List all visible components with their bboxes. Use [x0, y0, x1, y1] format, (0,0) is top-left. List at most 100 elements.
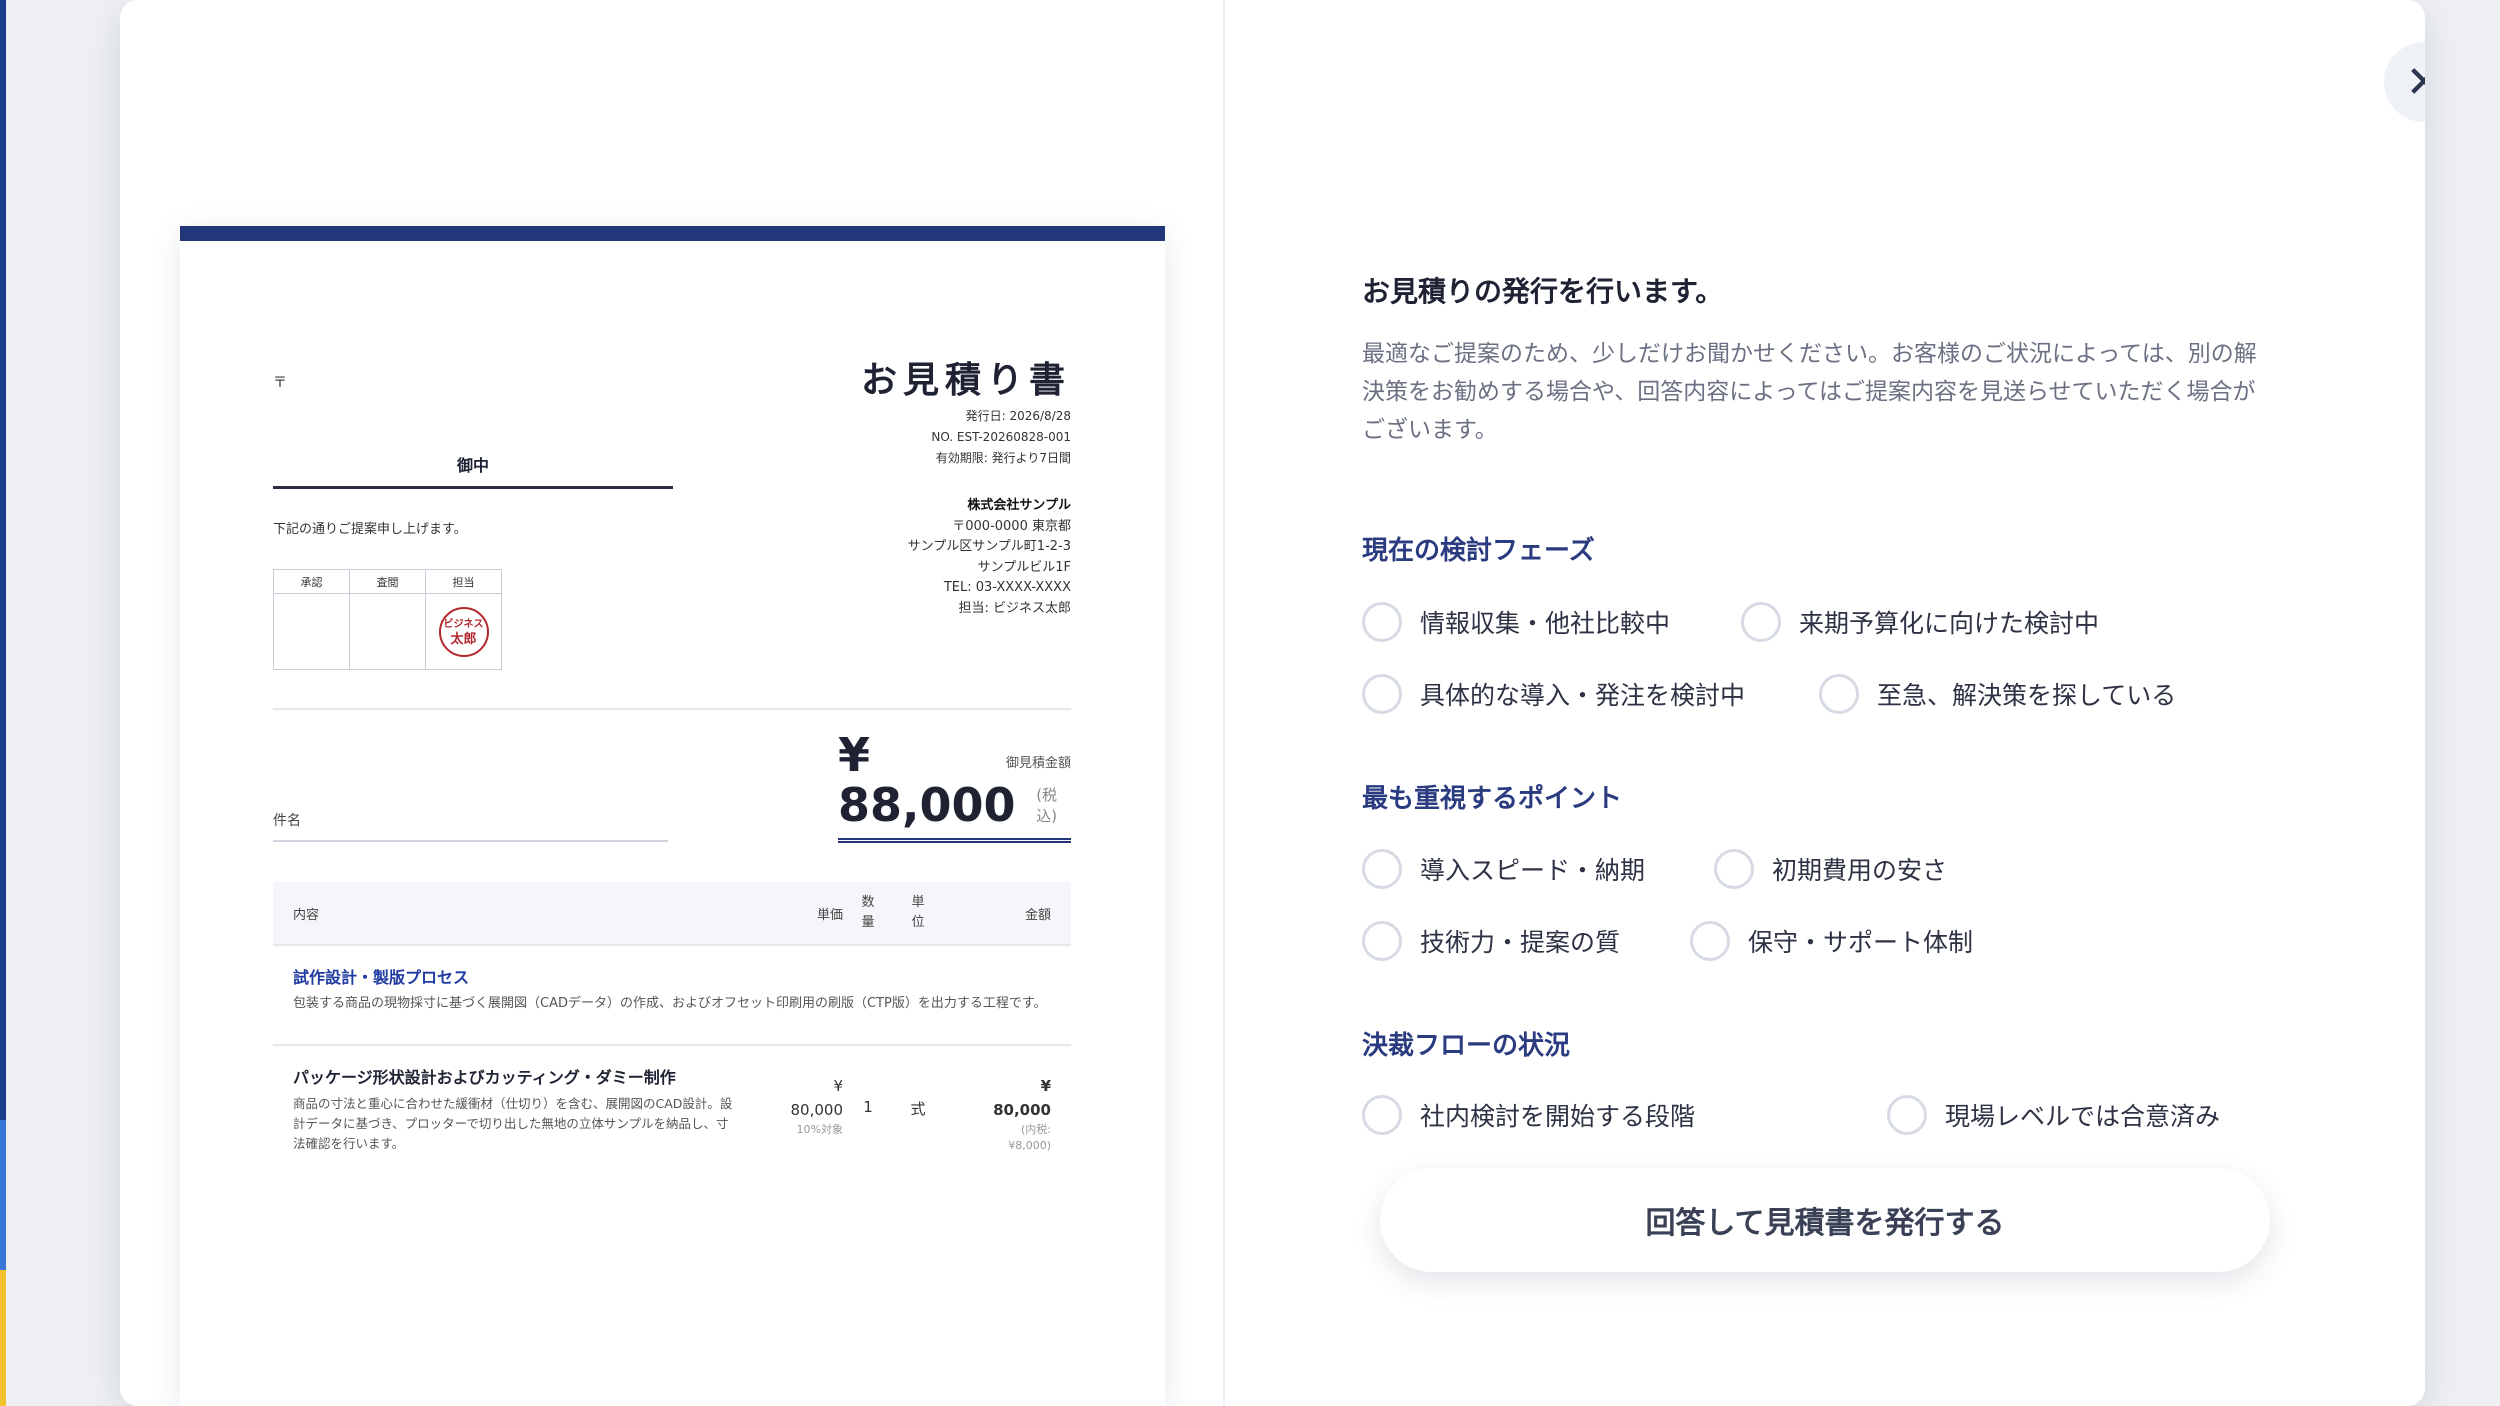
radio-option[interactable]: 導入スピード・納期: [1362, 849, 1645, 889]
line-item-description: 商品の寸法と重心に合わせた緩衝材（仕切り）を含む、展開図のCAD設計。設計データ…: [293, 1096, 733, 1151]
issuer-line: TEL: 03-XXXX-XXXX: [943, 580, 1071, 595]
header-unit: 単位: [911, 895, 925, 930]
radio-option[interactable]: 情報収集・他社比較中: [1362, 602, 1670, 642]
issuer-name: 株式会社サンプル: [967, 498, 1071, 513]
radio-button[interactable]: [1362, 674, 1402, 714]
person-in-charge-cell: ビジネス 太郎: [425, 593, 502, 670]
radio-option[interactable]: 初期費用の安さ: [1714, 849, 1947, 889]
section-divider: [273, 708, 1071, 710]
questionnaire-description: 最適なご提案のため、少しだけお聞かせください。お客様のご状況によっては、別の解決…: [1362, 341, 2257, 443]
line-item-description-cell: パッケージ形状設計およびカッティング・ダミー制作 商品の寸法と重心に合わせた緩衝…: [273, 1064, 763, 1154]
radio-button[interactable]: [1362, 849, 1402, 889]
internal-tax-amount: ¥8,000): [1008, 1139, 1051, 1152]
issuer-line: サンプルビル1F: [977, 559, 1071, 575]
issuer-line: 担当: ビジネス太郎: [958, 600, 1071, 616]
questionnaire-heading: お見積りの発行を行います。: [1362, 275, 1724, 308]
approval-cell: [273, 593, 350, 670]
addressee-suffix: 御中: [456, 456, 489, 475]
name-seal-stamp: ビジネス 太郎: [438, 606, 489, 657]
line-items-header: 内容 単価 数量 単位 金額: [273, 882, 1071, 946]
estimate-modal: 〒 御中 下記の通りご提案申し上げます。 承認 査閲 担当 ビジネス 太郎 お見…: [120, 0, 2425, 1406]
radio-button[interactable]: [1741, 602, 1781, 642]
radio-button[interactable]: [1362, 602, 1402, 642]
total-amount-block: ¥ 88,000 (税込): [838, 730, 1071, 843]
radio-option[interactable]: 技術力・提案の質: [1362, 921, 1620, 961]
header-unit-price: 単価: [816, 907, 843, 923]
seal-text-line: ビジネス: [443, 618, 484, 630]
line-items-table: 内容 単価 数量 単位 金額 試作設計・製版プロセス 包装する商品の現物採寸に基…: [273, 882, 1071, 1154]
document-header-bar: [180, 226, 1165, 241]
radio-label[interactable]: 情報収集・他社比較中: [1420, 604, 1670, 640]
submit-and-issue-estimate-button[interactable]: 回答して見積書を発行する: [1380, 1168, 2270, 1272]
addressee-field: 御中: [273, 451, 673, 489]
background-window-strip: [0, 1270, 6, 1406]
radio-label[interactable]: 導入スピード・納期: [1420, 851, 1645, 887]
radio-label[interactable]: 来期予算化に向けた検討中: [1799, 604, 2099, 640]
subject-label: 件名: [273, 813, 301, 829]
radio-option[interactable]: 来期予算化に向けた検討中: [1741, 602, 2099, 642]
close-button[interactable]: ✕: [2384, 42, 2425, 122]
intro-text: 下記の通りご提案申し上げます。: [273, 522, 467, 537]
radio-button[interactable]: [1362, 921, 1402, 961]
radio-label[interactable]: 保守・サポート体制: [1748, 923, 1973, 959]
unit-price-value: 80,000: [790, 1101, 844, 1119]
radio-option[interactable]: 保守・サポート体制: [1690, 921, 1973, 961]
total-amount: ¥ 88,000: [838, 728, 1016, 832]
review-header: 査閲: [349, 569, 426, 594]
unit-price-cell: ¥ 80,000 10%対象: [763, 1064, 844, 1154]
unit-value: 式: [910, 1100, 926, 1118]
radio-option[interactable]: 具体的な導入・発注を検討中: [1362, 674, 1745, 714]
radio-button[interactable]: [1362, 1095, 1402, 1135]
radio-label[interactable]: 至急、解決策を探している: [1877, 676, 2176, 712]
radio-option[interactable]: 社内検討を開始する段階: [1362, 1095, 1695, 1135]
section-title-approval-flow: 決裁フローの状況: [1362, 1031, 1571, 1061]
issue-date: 発行日: 2026/8/28: [965, 409, 1071, 423]
radio-label[interactable]: 初期費用の安さ: [1772, 851, 1947, 887]
close-icon[interactable]: ✕: [2406, 57, 2425, 108]
validity-period: 有効期限: 発行より7日間: [935, 451, 1071, 465]
section-title-phase: 現在の検討フェーズ: [1362, 536, 1595, 566]
radio-button[interactable]: [1690, 921, 1730, 961]
quantity-value: 1: [863, 1098, 873, 1116]
line-item-title: 試作設計・製版プロセス: [293, 968, 470, 987]
line-item-description: 包装する商品の現物採寸に基づく展開図（CADデータ）の作成、およびオフセット印刷…: [293, 996, 1047, 1011]
radio-label[interactable]: 現場レベルでは合意済み: [1945, 1097, 2220, 1133]
header-quantity: 数量: [861, 895, 875, 930]
tax-included-note: (税込): [1036, 786, 1058, 825]
line-item-title: パッケージ形状設計およびカッティング・ダミー制作: [293, 1068, 676, 1087]
currency-symbol: ¥: [1040, 1077, 1051, 1095]
issuer-line: サンプル区サンプル町1-2-3: [907, 539, 1071, 554]
radio-option[interactable]: 至急、解決策を探している: [1819, 674, 2176, 714]
person-in-charge-header: 担当: [425, 569, 502, 594]
tax-rate-note: 10%対象: [796, 1123, 843, 1136]
seal-text-line: 太郎: [450, 631, 477, 647]
line-item-row: パッケージ形状設計およびカッティング・ダミー制作 商品の寸法と重心に合わせた緩衝…: [273, 1046, 1071, 1154]
header-description: 内容: [293, 907, 320, 923]
document-meta: 発行日: 2026/8/28 NO. EST-20260828-001 有効期限…: [931, 406, 1071, 469]
header-quantity-cell: 数量: [843, 893, 893, 933]
line-item-row: 試作設計・製版プロセス 包装する商品の現物採寸に基づく展開図（CADデータ）の作…: [273, 946, 1071, 1046]
document-title: お見積り書: [860, 359, 1071, 401]
header-unit-cell: 単位: [893, 893, 943, 933]
header-amount: 金額: [1024, 907, 1051, 923]
amount-value: 80,000: [993, 1101, 1051, 1119]
internal-tax-note: (内税:: [1021, 1123, 1051, 1136]
radio-option[interactable]: 現場レベルでは合意済み: [1887, 1095, 2220, 1135]
amount-cell: ¥ 80,000 (内税: ¥8,000): [943, 1064, 1071, 1154]
section-title-priority: 最も重視するポイント: [1362, 784, 1623, 814]
approval-stamp-table: 承認 査閲 担当 ビジネス 太郎: [273, 569, 502, 670]
background-window-edge: [0, 0, 6, 1406]
radio-label[interactable]: 具体的な導入・発注を検討中: [1420, 676, 1745, 712]
radio-label[interactable]: 社内検討を開始する段階: [1420, 1097, 1695, 1133]
currency-symbol: ¥: [833, 1077, 843, 1095]
issuer-line: 〒000-0000 東京都: [952, 518, 1071, 534]
radio-button[interactable]: [1714, 849, 1754, 889]
document-preview-pane: 〒 御中 下記の通りご提案申し上げます。 承認 査閲 担当 ビジネス 太郎 お見…: [120, 0, 1225, 1406]
radio-button[interactable]: [1887, 1095, 1927, 1135]
radio-label[interactable]: 技術力・提案の質: [1420, 923, 1620, 959]
radio-button[interactable]: [1819, 674, 1859, 714]
review-cell: [349, 593, 426, 670]
background-window-strip: [0, 1120, 6, 1270]
document-number: NO. EST-20260828-001: [931, 430, 1071, 444]
questionnaire-scroll-area[interactable]: お見積りの発行を行います。 最適なご提案のため、少しだけお聞かせください。お客様…: [1225, 200, 2305, 1140]
